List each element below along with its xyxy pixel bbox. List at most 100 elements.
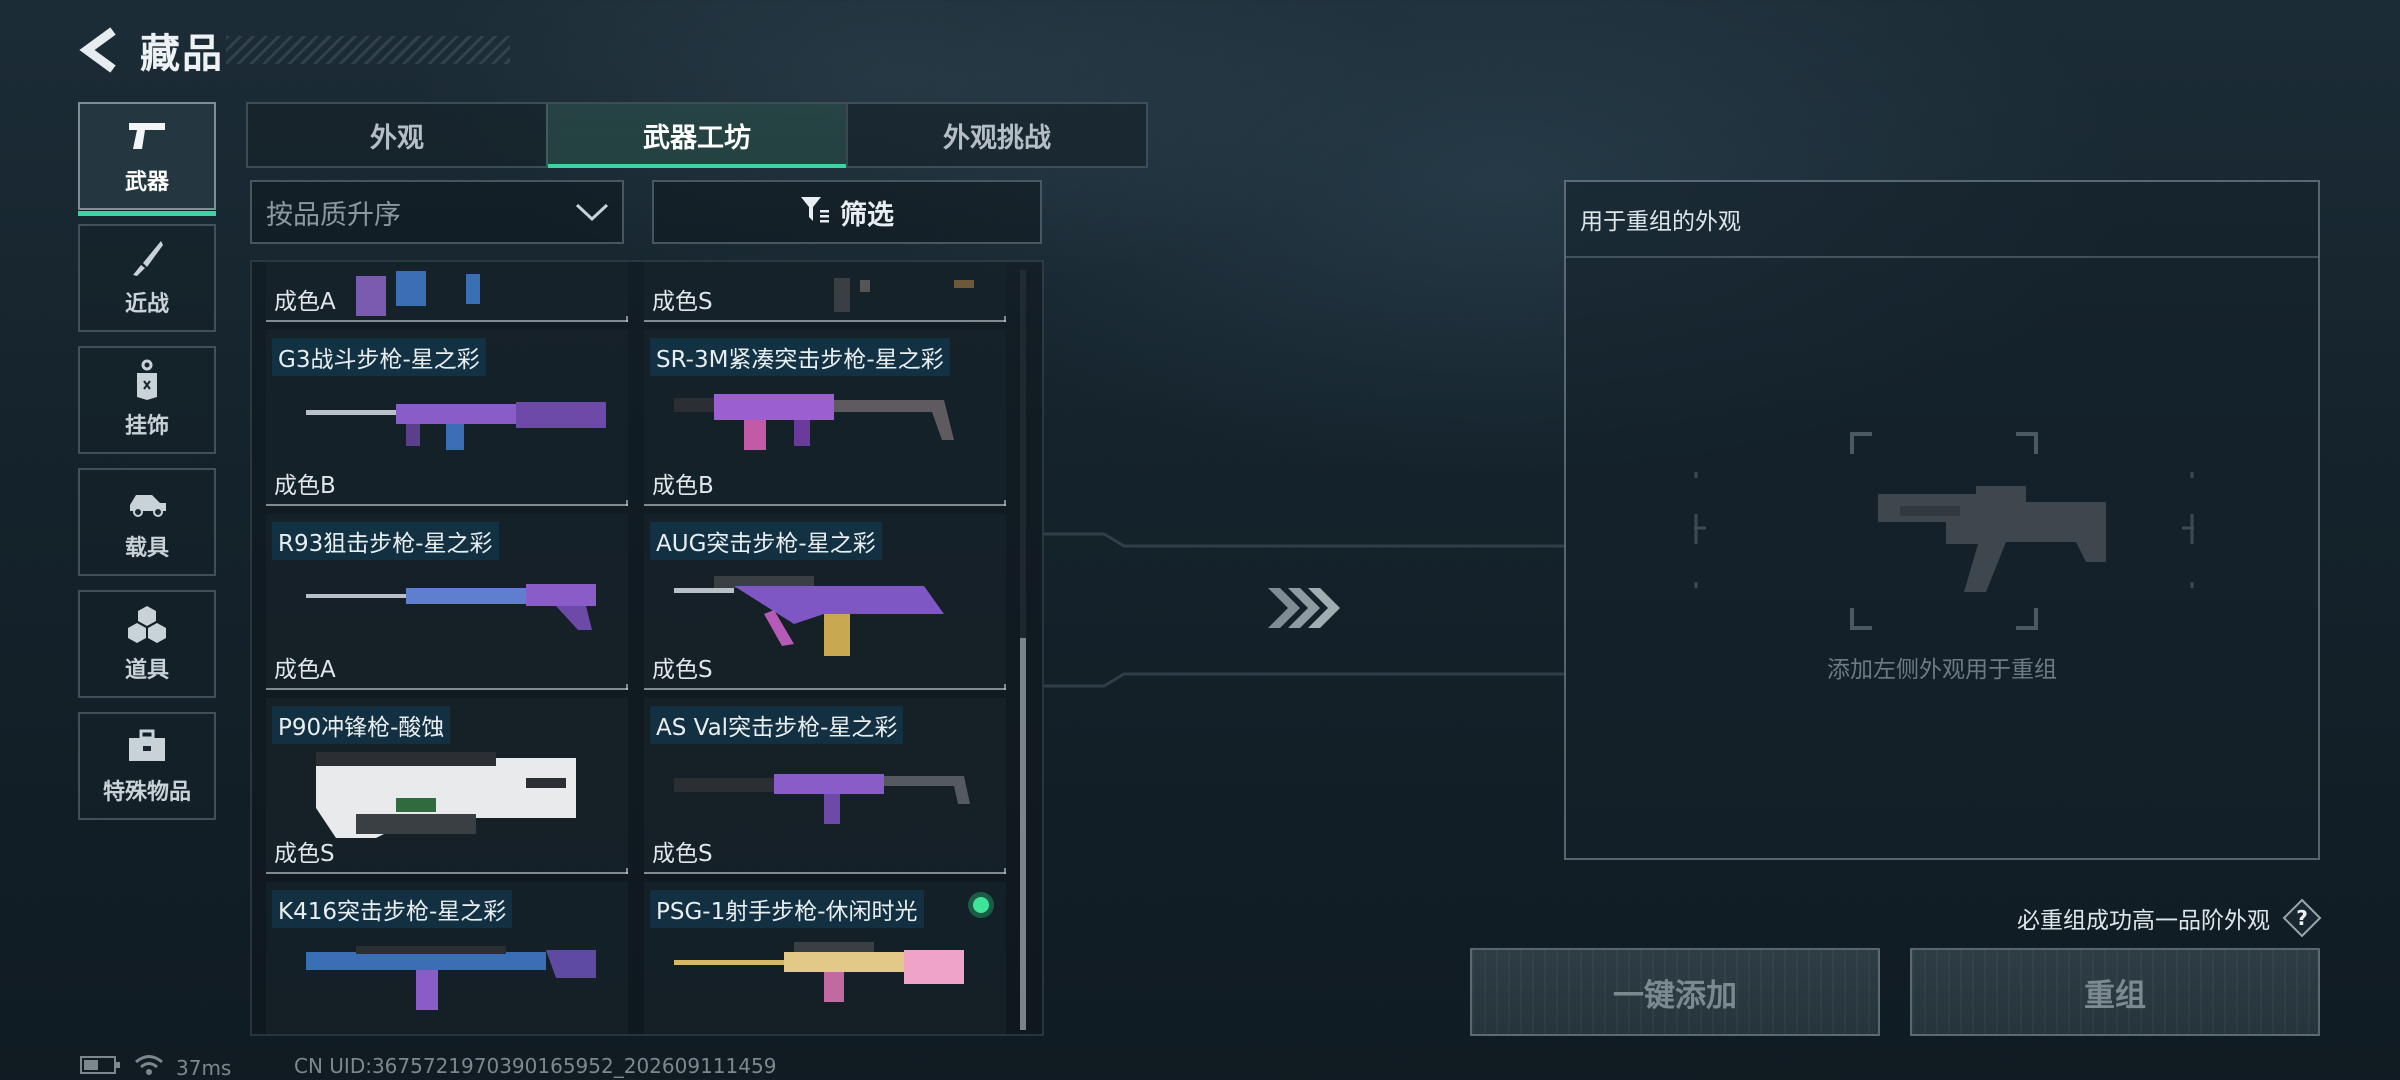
list-item[interactable]: AS Val突击步枪-星之彩 成色S: [644, 698, 1006, 874]
weapon-image: [306, 946, 596, 1010]
weapon-image: [834, 278, 974, 312]
wifi-icon: [134, 1054, 164, 1080]
filter-label: 筛选: [840, 199, 894, 231]
list-item[interactable]: P90冲锋枪-酸蚀 成色S: [266, 698, 628, 874]
new-indicator-dot: [968, 892, 994, 918]
panel-title: 用于重组的外观: [1566, 182, 2318, 258]
rail-item-special[interactable]: 特殊物品: [78, 712, 216, 820]
recombine-label: 重组: [2084, 977, 2146, 1014]
item-name: K416突击步枪-星之彩: [272, 890, 513, 928]
knife-icon: [125, 238, 169, 278]
rifle-placeholder-icon: [1694, 432, 2194, 630]
weapon-image: [316, 752, 576, 838]
panel-hint: 添加左侧外观用于重组: [1827, 657, 2057, 683]
rail-label: 载具: [124, 536, 169, 561]
pistol-icon: [125, 116, 169, 156]
weapon-image: [674, 942, 964, 1002]
add-all-button[interactable]: 一键添加: [1470, 948, 1880, 1036]
rail-item-melee[interactable]: 近战: [78, 224, 216, 332]
item-name: PSG-1射手步枪-休闲时光: [650, 890, 924, 928]
item-quality: 成色S: [652, 657, 713, 683]
item-name: SR-3M紧凑突击步枪-星之彩: [650, 338, 950, 376]
item-quality: 成色B: [652, 473, 714, 499]
filter-button[interactable]: 筛选: [652, 180, 1042, 244]
list-scrollbar[interactable]: [1020, 270, 1026, 1030]
card-divider: [266, 500, 628, 506]
tab-bar: 外观 武器工坊 外观挑战: [246, 102, 1148, 168]
list-item[interactable]: K416突击步枪-星之彩: [266, 882, 628, 1034]
user-uid: CN UID:3675721970390165952_202609111459: [294, 1054, 777, 1078]
question-icon[interactable]: ?: [2282, 898, 2322, 938]
list-item[interactable]: G3战斗步枪-星之彩 成色B: [266, 330, 628, 506]
sort-dropdown[interactable]: 按品质升序: [250, 180, 624, 244]
item-name: G3战斗步枪-星之彩: [272, 338, 486, 376]
weapon-image: [674, 774, 970, 824]
rail-item-charms[interactable]: 挂饰: [78, 346, 216, 454]
ping-value: 37ms: [176, 1055, 232, 1080]
triple-chevron-icon: [1268, 588, 1340, 628]
rail-item-vehicles[interactable]: 载具: [78, 468, 216, 576]
charm-icon: [125, 359, 169, 400]
list-item[interactable]: R93狙击步枪-星之彩 成色A: [266, 514, 628, 690]
back-arrow-icon[interactable]: [76, 25, 122, 75]
item-name: AUG突击步枪-星之彩: [650, 522, 882, 560]
item-quality: 成色S: [652, 841, 713, 867]
rail-label: 特殊物品: [102, 780, 191, 805]
card-divider: [644, 316, 1006, 322]
weapon-image: [674, 576, 944, 656]
add-all-label: 一键添加: [1613, 977, 1737, 1014]
tab-weapon-workshop[interactable]: 武器工坊: [546, 104, 846, 168]
card-divider: [644, 684, 1006, 690]
guarantee-note: 必重组成功高一品阶外观 ?: [2017, 898, 2322, 938]
weapon-image: [356, 271, 480, 316]
status-bar: 37ms: [80, 1054, 231, 1080]
item-quality: 成色A: [274, 289, 336, 315]
page-title: 藏品: [140, 31, 224, 77]
item-quality: 成色B: [274, 473, 336, 499]
card-divider: [266, 684, 628, 690]
recombine-slot[interactable]: [1686, 432, 2202, 632]
tab-appearance-challenge[interactable]: 外观挑战: [846, 104, 1146, 166]
rail-label: 道具: [124, 658, 169, 683]
list-item[interactable]: 成色A: [266, 262, 628, 322]
item-quality: 成色S: [652, 289, 713, 315]
rail-label: 近战: [124, 292, 169, 317]
item-quality: 成色A: [274, 657, 336, 683]
item-quality: 成色S: [274, 841, 335, 867]
list-item[interactable]: PSG-1射手步枪-休闲时光: [644, 882, 1006, 1034]
rail-item-weapons[interactable]: 武器: [78, 102, 216, 216]
list-item[interactable]: 成色S: [644, 262, 1006, 322]
tab-appearance[interactable]: 外观: [248, 104, 546, 166]
rail-label: 武器: [124, 170, 169, 195]
item-name: AS Val突击步枪-星之彩: [650, 706, 904, 744]
rail-item-items[interactable]: 道具: [78, 590, 216, 698]
rail-label: 挂饰: [124, 414, 169, 439]
weapon-image: [674, 394, 954, 450]
item-name: R93狙击步枪-星之彩: [272, 522, 499, 560]
weapon-image: [306, 402, 606, 450]
weapon-image: [306, 584, 596, 630]
guarantee-text: 必重组成功高一品阶外观: [2017, 908, 2270, 934]
toolbox-icon: [125, 726, 169, 766]
transfer-connector: [1044, 532, 1564, 688]
recombine-button[interactable]: 重组: [1910, 948, 2320, 1036]
page-header: 藏品: [76, 22, 224, 78]
list-item[interactable]: AUG突击步枪-星之彩 成色S: [644, 514, 1006, 690]
grenade-icon: [125, 604, 169, 644]
skin-list[interactable]: 成色A 成色S G3战斗步枪-星之彩 成色B SR-3M紧凑突击步枪-星之彩 成…: [250, 260, 1044, 1036]
category-rail: 武器 近战 挂饰 载具 道具 特殊物品: [78, 102, 216, 834]
card-divider: [644, 500, 1006, 506]
list-item[interactable]: SR-3M紧凑突击步枪-星之彩 成色B: [644, 330, 1006, 506]
scrollbar-thumb[interactable]: [1020, 638, 1026, 1030]
card-divider: [644, 868, 1006, 874]
recombine-panel: 用于重组的外观 添加左侧外观用于重组: [1564, 180, 2320, 860]
title-decoration: [226, 36, 510, 64]
sort-label: 按品质升序: [266, 199, 401, 231]
svg-text:?: ?: [2296, 906, 2308, 930]
filter-icon: [800, 195, 830, 229]
vehicle-icon: [125, 482, 169, 522]
card-divider: [266, 868, 628, 874]
chevron-down-icon: [562, 202, 622, 222]
card-divider: [266, 316, 628, 322]
battery-icon: [80, 1055, 122, 1080]
